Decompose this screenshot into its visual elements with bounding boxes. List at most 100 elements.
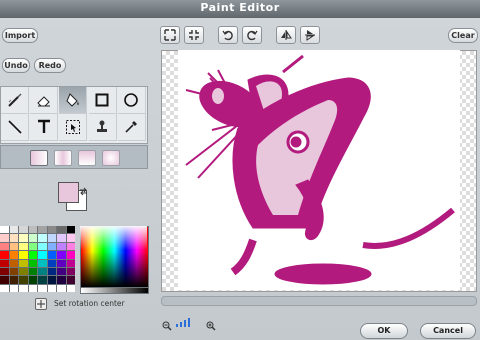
palette-swatch[interactable] [9, 242, 18, 251]
palette-swatch[interactable] [47, 276, 56, 284]
ellipse-icon[interactable] [117, 87, 146, 114]
fill-solid-option[interactable] [30, 150, 48, 166]
palette-swatch[interactable] [0, 234, 9, 242]
palette-swatch[interactable] [28, 284, 37, 292]
palette-swatch[interactable] [47, 234, 56, 242]
fill-radial-gradient-option[interactable] [102, 150, 120, 166]
palette-swatch[interactable] [19, 284, 28, 292]
paintbrush-icon[interactable] [1, 87, 29, 114]
palette-swatch[interactable] [57, 276, 66, 284]
palette-swatch[interactable] [0, 226, 9, 234]
select-icon[interactable] [59, 114, 88, 141]
palette-swatch[interactable] [9, 234, 18, 242]
swap-colors-icon[interactable] [79, 181, 88, 200]
palette-swatch[interactable] [19, 226, 28, 234]
fill-horizontal-gradient-option[interactable] [54, 150, 72, 166]
palette-swatch[interactable] [66, 242, 75, 251]
undo-button[interactable]: Undo [2, 58, 30, 73]
text-icon[interactable] [30, 114, 59, 141]
palette-swatch[interactable] [0, 267, 9, 276]
palette-swatch[interactable] [66, 226, 75, 234]
palette-swatch[interactable] [0, 242, 9, 251]
palette-swatch[interactable] [38, 251, 47, 259]
fill-vertical-gradient-option[interactable] [78, 150, 96, 166]
eyedropper-icon[interactable] [117, 114, 146, 141]
palette-swatch[interactable] [66, 259, 75, 267]
canvas-scrollbar[interactable] [161, 296, 477, 306]
palette-swatch[interactable] [66, 276, 75, 284]
palette-swatch[interactable] [38, 259, 47, 267]
rotate-right-icon[interactable] [242, 26, 262, 44]
palette-swatch[interactable] [28, 234, 37, 242]
rotation-center-label[interactable]: Set rotation center [54, 299, 125, 308]
palette-swatch[interactable] [66, 234, 75, 242]
ok-button[interactable]: OK [360, 323, 408, 339]
palette-swatch[interactable] [9, 259, 18, 267]
palette-swatch[interactable] [66, 284, 75, 292]
cancel-button[interactable]: Cancel [420, 323, 476, 339]
palette-swatch[interactable] [9, 226, 18, 234]
palette-swatch[interactable] [19, 242, 28, 251]
flip-vertical-icon[interactable] [300, 26, 320, 44]
rectangle-icon[interactable] [88, 87, 117, 114]
palette-swatch[interactable] [38, 226, 47, 234]
palette-swatch[interactable] [9, 267, 18, 276]
redo-button[interactable]: Redo [34, 58, 66, 73]
palette-swatch[interactable] [9, 276, 18, 284]
palette-swatch[interactable] [47, 284, 56, 292]
palette-swatch[interactable] [57, 234, 66, 242]
grow-icon[interactable] [160, 26, 180, 44]
line-icon[interactable] [1, 114, 29, 141]
palette-swatch[interactable] [57, 267, 66, 276]
palette-swatch[interactable] [28, 251, 37, 259]
palette-swatch[interactable] [9, 251, 18, 259]
palette-swatch[interactable] [57, 259, 66, 267]
palette-swatch[interactable] [28, 226, 37, 234]
palette-swatch[interactable] [19, 251, 28, 259]
zoom-level-bars[interactable] [176, 318, 200, 327]
palette-swatch[interactable] [47, 251, 56, 259]
palette-swatch[interactable] [57, 251, 66, 259]
palette-swatch[interactable] [0, 251, 9, 259]
palette-swatch[interactable] [57, 226, 66, 234]
palette-swatch[interactable] [28, 276, 37, 284]
drawing-canvas[interactable] [178, 50, 460, 290]
palette-swatch[interactable] [66, 251, 75, 259]
rotate-left-icon[interactable] [218, 26, 238, 44]
eraser-icon[interactable] [30, 87, 59, 114]
fill-icon[interactable] [59, 87, 88, 114]
palette-swatch[interactable] [38, 242, 47, 251]
palette-swatch[interactable] [28, 242, 37, 251]
palette-swatch[interactable] [66, 267, 75, 276]
import-button[interactable]: Import [2, 28, 38, 43]
zoom-out-icon[interactable] [162, 316, 172, 335]
flip-horizontal-icon[interactable] [276, 26, 296, 44]
palette-swatch[interactable] [19, 234, 28, 242]
palette-swatch[interactable] [28, 259, 37, 267]
palette-swatch[interactable] [38, 234, 47, 242]
palette-swatch[interactable] [19, 259, 28, 267]
palette-swatch[interactable] [19, 276, 28, 284]
clear-button[interactable]: Clear [448, 28, 478, 43]
palette-swatch[interactable] [0, 276, 9, 284]
palette-swatch[interactable] [9, 284, 18, 292]
palette-swatch[interactable] [0, 284, 9, 292]
palette-swatch[interactable] [47, 226, 56, 234]
palette-swatch[interactable] [38, 284, 47, 292]
palette-swatch[interactable] [19, 267, 28, 276]
palette-swatch[interactable] [38, 267, 47, 276]
palette-swatch[interactable] [0, 259, 9, 267]
palette-swatch[interactable] [38, 276, 47, 284]
palette-swatch[interactable] [47, 259, 56, 267]
palette-swatch[interactable] [28, 267, 37, 276]
rotation-center-icon[interactable] [35, 298, 47, 310]
palette-swatch[interactable] [47, 267, 56, 276]
palette-swatch[interactable] [57, 284, 66, 292]
stamp-icon[interactable] [88, 114, 117, 141]
zoom-in-icon[interactable] [206, 316, 216, 335]
foreground-color-swatch[interactable] [58, 182, 79, 203]
palette-swatch[interactable] [57, 242, 66, 251]
palette-swatch[interactable] [47, 242, 56, 251]
grayscale-ramp[interactable] [80, 287, 149, 294]
shrink-icon[interactable] [184, 26, 204, 44]
